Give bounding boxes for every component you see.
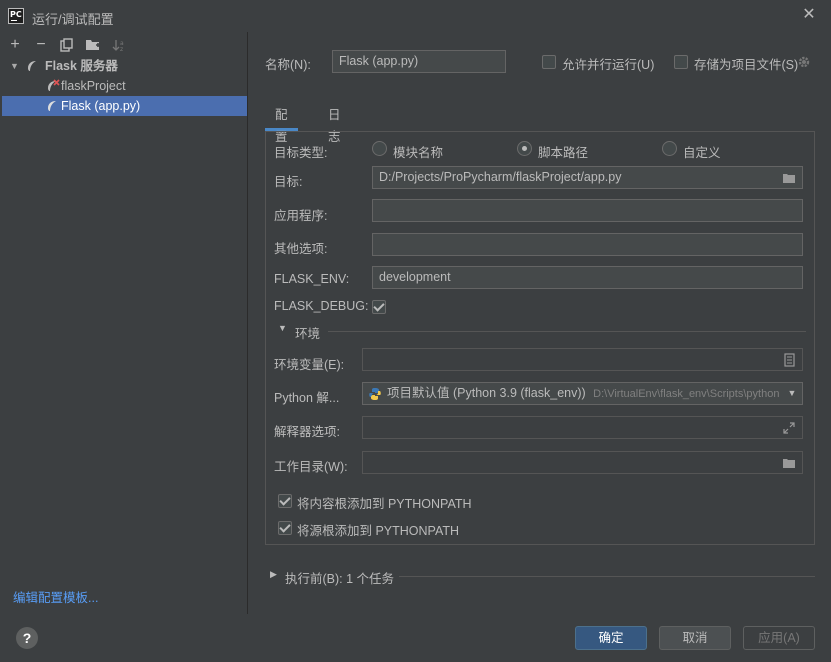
interpreter-options-label: 解释器选项:	[274, 425, 340, 439]
radio-module-name[interactable]	[372, 141, 387, 156]
python-interpreter-path: D:\VirtualEnv\flask_env\Scripts\python	[593, 388, 780, 400]
folder-icon[interactable]	[782, 456, 796, 470]
dialog-footer: ? 确定 取消 应用(A)	[0, 614, 831, 662]
section-divider	[399, 576, 815, 577]
cancel-button[interactable]: 取消	[659, 626, 731, 650]
python-interpreter-value: 项目默认值 (Python 3.9 (flask_env))	[387, 386, 586, 400]
python-interpreter-select[interactable]: 项目默认值 (Python 3.9 (flask_env)) D:\Virtua…	[362, 382, 803, 405]
target-field[interactable]: D:/Projects/ProPycharm/flaskProject/app.…	[372, 166, 803, 189]
env-vars-field[interactable]	[362, 348, 803, 371]
python-icon	[369, 388, 381, 400]
add-content-roots-label: 将内容根添加到 PYTHONPATH	[297, 497, 472, 511]
tree-item-label: flaskProject	[61, 79, 126, 93]
flask-env-label: FLASK_ENV:	[274, 272, 350, 286]
tree-group-label: Flask 服务器	[45, 59, 118, 73]
radio-custom-label: 自定义	[683, 146, 721, 160]
flask-icon	[28, 61, 36, 71]
tab-configuration[interactable]: 配置	[265, 104, 298, 144]
radio-module-name-label: 模块名称	[393, 146, 444, 160]
python-interpreter-label: Python 解...	[274, 391, 340, 405]
flask-debug-checkbox[interactable]	[372, 300, 386, 314]
flask-env-field[interactable]: development	[372, 266, 803, 289]
apply-button[interactable]: 应用(A)	[743, 626, 815, 650]
chevron-down-icon[interactable]: ▼	[10, 56, 19, 76]
copy-icon[interactable]	[58, 36, 76, 54]
pycharm-logo-icon: PC	[8, 8, 24, 24]
before-launch-title[interactable]: 执行前(B): 1 个任务	[285, 568, 394, 587]
remove-icon[interactable]: −	[32, 36, 50, 54]
tree-item-flaskproject[interactable]: flaskProject	[2, 76, 247, 96]
tab-logs[interactable]: 日志	[318, 104, 351, 144]
window-title: 运行/调试配置	[32, 12, 114, 27]
document-icon[interactable]	[782, 353, 796, 367]
env-vars-label: 环境变量(E):	[274, 358, 345, 372]
tree-item-label: Flask (app.py)	[61, 99, 141, 113]
radio-script-path[interactable]	[517, 141, 532, 156]
configuration-sidebar: + − az ▼ Flask 服务器 flaskProject Flask (a…	[0, 32, 248, 614]
working-directory-field[interactable]	[362, 451, 803, 474]
chevron-right-icon[interactable]: ▶	[270, 569, 277, 580]
radio-custom[interactable]	[662, 141, 677, 156]
add-icon[interactable]: +	[6, 36, 24, 54]
allow-parallel-checkbox[interactable]	[542, 55, 556, 69]
configuration-panel: 目标类型: 模块名称 脚本路径 自定义 目标: D:/Projects/ProP…	[265, 131, 815, 545]
name-label: 名称(N):	[265, 58, 311, 72]
title-bar: PC 运行/调试配置 ✕	[0, 0, 831, 32]
ok-button[interactable]: 确定	[575, 626, 647, 650]
edit-templates-link[interactable]: 编辑配置模板...	[13, 587, 98, 606]
tree-item-flask-app-py[interactable]: Flask (app.py)	[2, 96, 247, 116]
gear-icon[interactable]	[797, 55, 811, 69]
svg-text:z: z	[120, 46, 123, 52]
target-type-label: 目标类型:	[274, 146, 328, 160]
add-content-roots-checkbox[interactable]	[278, 494, 292, 508]
add-source-roots-label: 将源根添加到 PYTHONPATH	[297, 524, 460, 538]
tree-group-flask-server[interactable]: ▼ Flask 服务器	[2, 56, 247, 76]
folder-add-icon[interactable]	[84, 36, 102, 54]
add-source-roots-checkbox[interactable]	[278, 521, 292, 535]
radio-script-path-label: 脚本路径	[538, 146, 589, 160]
store-as-file-label: 存储为项目文件(S)	[694, 58, 799, 72]
other-options-field[interactable]	[372, 233, 803, 256]
env-section-title: 环境	[295, 327, 321, 341]
configuration-editor: 名称(N): Flask (app.py) 允许并行运行(U) 存储为项目文件(…	[249, 32, 831, 614]
sort-icon[interactable]: az	[110, 36, 128, 54]
flask-error-icon	[48, 79, 60, 91]
section-divider	[328, 331, 806, 332]
allow-parallel-label: 允许并行运行(U)	[562, 58, 655, 72]
interpreter-options-field[interactable]	[362, 416, 803, 439]
folder-icon[interactable]	[782, 171, 796, 185]
working-directory-label: 工作目录(W):	[274, 460, 348, 474]
other-options-label: 其他选项:	[274, 242, 328, 256]
flask-debug-label: FLASK_DEBUG:	[274, 299, 369, 313]
target-value: D:/Projects/ProPycharm/flaskProject/app.…	[379, 170, 622, 184]
expand-icon[interactable]	[782, 421, 796, 435]
flask-icon	[48, 101, 56, 111]
help-button[interactable]: ?	[16, 627, 38, 649]
application-label: 应用程序:	[274, 209, 328, 223]
dropdown-arrow-icon[interactable]: ▼	[782, 383, 802, 404]
target-label: 目标:	[274, 175, 303, 189]
name-field[interactable]: Flask (app.py)	[332, 50, 506, 73]
chevron-down-icon[interactable]: ▼	[278, 323, 287, 333]
store-as-file-checkbox[interactable]	[674, 55, 688, 69]
close-icon[interactable]: ✕	[801, 7, 817, 23]
application-field[interactable]	[372, 199, 803, 222]
